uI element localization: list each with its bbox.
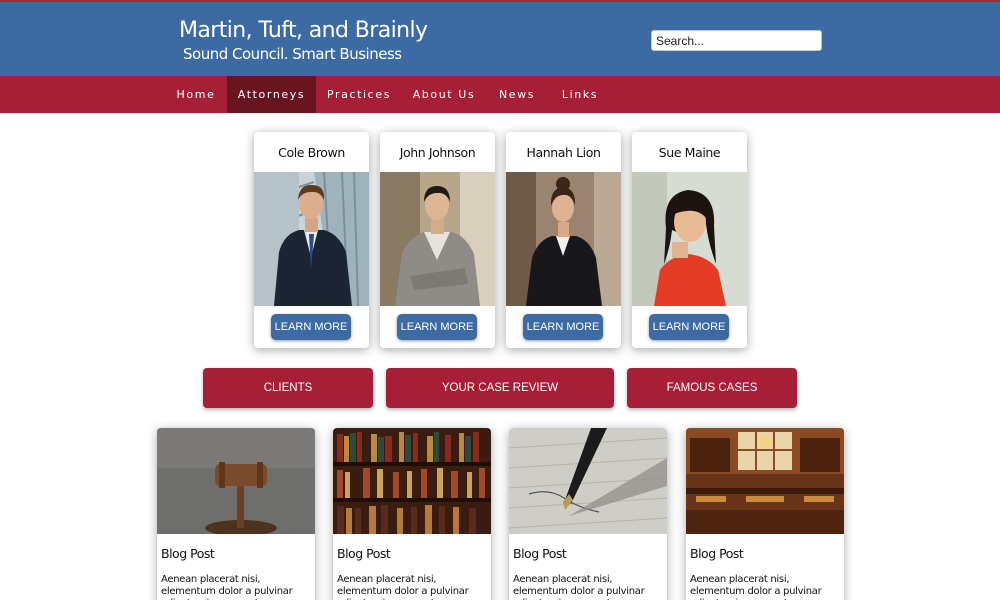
famous-cases-button[interactable]: FAMOUS CASES — [627, 368, 797, 408]
nav-item-links[interactable]: Links — [555, 76, 605, 113]
learn-more-button[interactable]: LEARN MORE — [649, 314, 729, 340]
nav-item-attorneys[interactable]: Attorneys — [227, 76, 316, 113]
blog-title: Blog Post — [337, 546, 391, 561]
attorney-card: John Johnson LEARN MORE — [380, 132, 495, 348]
blog-card[interactable]: Blog Post Aenean placerat nisi, elementu… — [686, 428, 844, 600]
search-input[interactable] — [651, 30, 822, 51]
attorney-card: Sue Maine LEARN MORE — [632, 132, 747, 348]
nav-item-practices[interactable]: Practices — [320, 76, 398, 113]
blog-excerpt: Aenean placerat nisi, elementum dolor a … — [161, 574, 293, 600]
bookshelf-image — [333, 428, 491, 534]
attorney-card: Cole Brown LEARN MORE — [254, 132, 369, 348]
nav-item-news[interactable]: News — [492, 76, 542, 113]
fountain-pen-image — [509, 428, 667, 534]
attorney-photo — [506, 172, 621, 306]
blog-excerpt: Aenean placerat nisi, elementum dolor a … — [337, 574, 469, 600]
blog-title: Blog Post — [161, 546, 215, 561]
case-review-button[interactable]: YOUR CASE REVIEW — [386, 368, 614, 408]
learn-more-button[interactable]: LEARN MORE — [271, 314, 351, 340]
attorney-card: Hannah Lion LEARN MORE — [506, 132, 621, 348]
blog-card[interactable]: Blog Post Aenean placerat nisi, elementu… — [509, 428, 667, 600]
learn-more-button[interactable]: LEARN MORE — [397, 314, 477, 340]
attorney-name: John Johnson — [399, 145, 476, 160]
attorney-photo — [632, 172, 747, 306]
attorney-photo — [380, 172, 495, 306]
gavel-image — [157, 428, 315, 534]
clients-button[interactable]: CLIENTS — [203, 368, 373, 408]
blog-excerpt: Aenean placerat nisi, elementum dolor a … — [690, 574, 822, 600]
blog-title: Blog Post — [690, 546, 744, 561]
attorney-photo — [254, 172, 369, 306]
main-nav: Home Attorneys Practices About Us News L… — [0, 76, 1000, 113]
learn-more-button[interactable]: LEARN MORE — [523, 314, 603, 340]
nav-item-about-us[interactable]: About Us — [404, 76, 484, 113]
blog-excerpt: Aenean placerat nisi, elementum dolor a … — [513, 574, 645, 600]
site-title[interactable]: Martin, Tuft, and Brainly — [179, 18, 428, 43]
library-image — [686, 428, 844, 534]
attorney-name: Cole Brown — [278, 145, 345, 160]
blog-title: Blog Post — [513, 546, 567, 561]
blog-card[interactable]: Blog Post Aenean placerat nisi, elementu… — [333, 428, 491, 600]
blog-card[interactable]: Blog Post Aenean placerat nisi, elementu… — [157, 428, 315, 600]
nav-item-home[interactable]: Home — [165, 76, 227, 113]
attorney-name: Hannah Lion — [526, 145, 601, 160]
site-header: Martin, Tuft, and Brainly Sound Council.… — [0, 0, 1000, 76]
site-tagline: Sound Council. Smart Business — [183, 45, 402, 63]
attorney-name: Sue Maine — [658, 145, 721, 160]
